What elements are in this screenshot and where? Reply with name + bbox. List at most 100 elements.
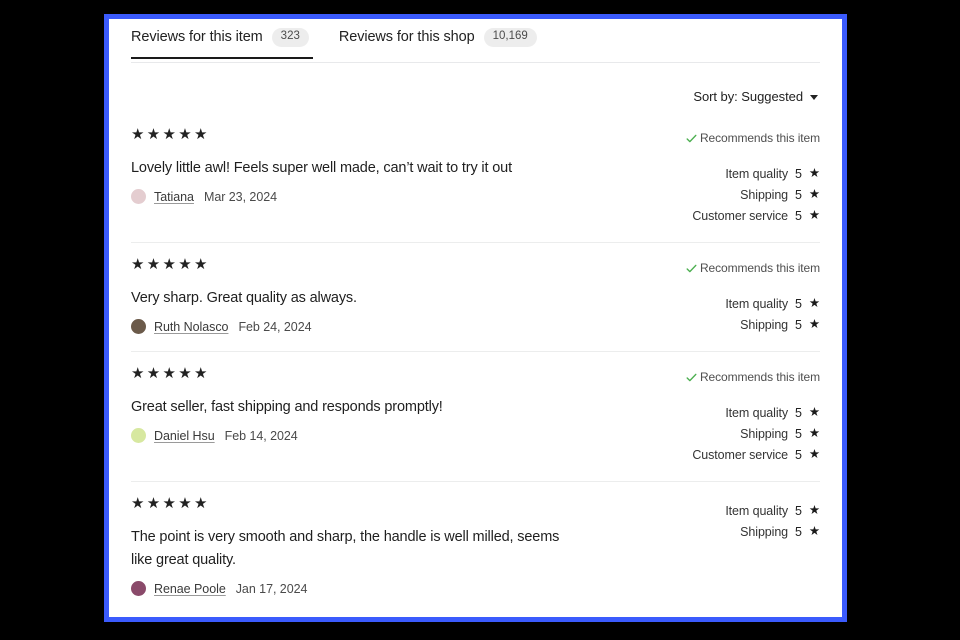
review-date: Jan 17, 2024 [235, 581, 308, 596]
recommends-badge: Recommends this item [674, 261, 820, 275]
rating-value: 5 [795, 426, 802, 441]
review-item: ★★★★★ Lovely little awl! Feels super well… [131, 113, 820, 242]
review-item: ★★★★★ Very sharp. Great quality as always… [131, 242, 820, 351]
avatar [131, 189, 146, 204]
rating-label: Item quality [725, 166, 789, 181]
review-body: ★★★★★ Very sharp. Great quality as always… [131, 257, 674, 335]
reviews-panel-frame: Reviews for this item 323 Reviews for this… [104, 14, 847, 622]
star-icon: ★ [808, 524, 820, 539]
review-text: Lovely little awl! Feels super well made… [131, 160, 512, 176]
check-icon [686, 372, 697, 383]
rating-line: Shipping 5 ★ [674, 521, 820, 542]
review-author-link[interactable]: Tatiana [154, 190, 194, 204]
review-meta: Renae Poole Jan 17, 2024 [131, 581, 658, 596]
star-icon: ★ [808, 296, 820, 311]
review-star-rating: ★★★★★ [131, 256, 210, 273]
recommends-label: Recommends this item [699, 131, 820, 145]
rating-label: Shipping [740, 317, 789, 332]
avatar [131, 319, 146, 334]
review-star-rating: ★★★★★ [131, 495, 210, 512]
review-text: The point is very smooth and sharp, the … [131, 529, 560, 568]
review-date: Mar 23, 2024 [203, 189, 278, 204]
rating-value: 5 [795, 524, 802, 539]
rating-value: 5 [795, 317, 802, 332]
review-author-link[interactable]: Daniel Hsu [154, 429, 215, 443]
tab-count-badge: 10,169 [483, 28, 537, 47]
review-author-link[interactable]: Ruth Nolasco [154, 320, 228, 334]
star-icon: ★ [808, 447, 820, 462]
reviews-panel: Reviews for this item 323 Reviews for this… [109, 19, 842, 617]
tab-label: Reviews for this item [131, 29, 263, 46]
star-icon: ★ [808, 405, 820, 420]
review-item: ★★★★★ Great seller, fast shipping and res… [131, 351, 820, 481]
tab-reviews-shop[interactable]: Reviews for this shop 10,169 [339, 28, 551, 59]
sort-row: Sort by: Suggested [131, 63, 820, 107]
rating-line: Customer service 5 ★ [674, 444, 820, 465]
reviews-tabbar: Reviews for this item 323 Reviews for this… [131, 19, 820, 63]
avatar [131, 581, 146, 596]
review-date: Feb 24, 2024 [238, 319, 312, 334]
sort-by-label: Sort by: Suggested [693, 88, 803, 104]
tab-count-badge: 323 [271, 28, 309, 47]
rating-line: Shipping 5 ★ [674, 423, 820, 444]
rating-value: 5 [795, 405, 802, 420]
tab-reviews-item[interactable]: Reviews for this item 323 [131, 28, 327, 59]
rating-line: Shipping 5 ★ [674, 184, 820, 205]
review-ratings: Recommends this item Item quality 5 ★ Shippi… [674, 257, 820, 335]
review-author-link[interactable]: Renae Poole [154, 582, 226, 596]
recommends-label: Recommends this item [699, 370, 820, 384]
rating-label: Customer service [692, 447, 789, 462]
rating-line: Item quality 5 ★ [674, 500, 820, 521]
review-ratings: Recommends this item Item quality 5 ★ Shippi… [674, 127, 820, 226]
recommends-badge: Recommends this item [674, 370, 820, 384]
avatar [131, 428, 146, 443]
rating-value: 5 [795, 187, 802, 202]
chevron-down-icon [810, 94, 818, 100]
check-icon [686, 263, 697, 274]
rating-line: Shipping 5 ★ [674, 314, 820, 335]
check-icon [686, 133, 697, 144]
review-item: ★★★★★ The point is very smooth and sharp,… [131, 481, 820, 612]
review-body: ★★★★★ Great seller, fast shipping and res… [131, 366, 674, 465]
review-body: ★★★★★ The point is very smooth and sharp,… [131, 496, 674, 596]
review-text: Very sharp. Great quality as always. [131, 290, 357, 306]
recommends-label: Recommends this item [699, 261, 820, 275]
rating-value: 5 [795, 296, 802, 311]
rating-value: 5 [795, 503, 802, 518]
star-icon: ★ [808, 426, 820, 441]
star-icon: ★ [808, 208, 820, 223]
rating-label: Shipping [740, 426, 789, 441]
rating-label: Customer service [692, 208, 789, 223]
star-icon: ★ [808, 166, 820, 181]
review-meta: Daniel Hsu Feb 14, 2024 [131, 428, 658, 443]
star-icon: ★ [808, 503, 820, 518]
sort-by-dropdown[interactable]: Sort by: Suggested [693, 89, 818, 104]
reviews-list: ★★★★★ Lovely little awl! Feels super well… [131, 113, 820, 612]
review-date: Feb 14, 2024 [224, 428, 298, 443]
rating-label: Shipping [740, 524, 789, 539]
rating-line: Item quality 5 ★ [674, 402, 820, 423]
rating-value: 5 [795, 447, 802, 462]
screenshot-viewport: Reviews for this item 323 Reviews for this… [0, 0, 960, 640]
rating-value: 5 [795, 208, 802, 223]
review-meta: Ruth Nolasco Feb 24, 2024 [131, 319, 658, 334]
review-meta: Tatiana Mar 23, 2024 [131, 189, 658, 204]
review-ratings: Recommends this item Item quality 5 ★ Shippi… [674, 366, 820, 465]
rating-value: 5 [795, 166, 802, 181]
rating-label: Item quality [725, 296, 789, 311]
review-star-rating: ★★★★★ [131, 126, 210, 143]
review-ratings: Item quality 5 ★ Shipping 5 ★ [674, 496, 820, 596]
rating-label: Item quality [725, 405, 789, 420]
review-text: Great seller, fast shipping and responds… [131, 399, 443, 415]
star-icon: ★ [808, 317, 820, 332]
review-star-rating: ★★★★★ [131, 365, 210, 382]
tab-label: Reviews for this shop [338, 29, 475, 46]
review-body: ★★★★★ Lovely little awl! Feels super well… [131, 127, 674, 226]
rating-line: Item quality 5 ★ [674, 163, 820, 184]
recommends-badge: Recommends this item [674, 131, 820, 145]
rating-label: Item quality [725, 503, 789, 518]
rating-label: Shipping [740, 187, 789, 202]
rating-line: Item quality 5 ★ [674, 293, 820, 314]
rating-line: Customer service 5 ★ [674, 205, 820, 226]
star-icon: ★ [808, 187, 820, 202]
